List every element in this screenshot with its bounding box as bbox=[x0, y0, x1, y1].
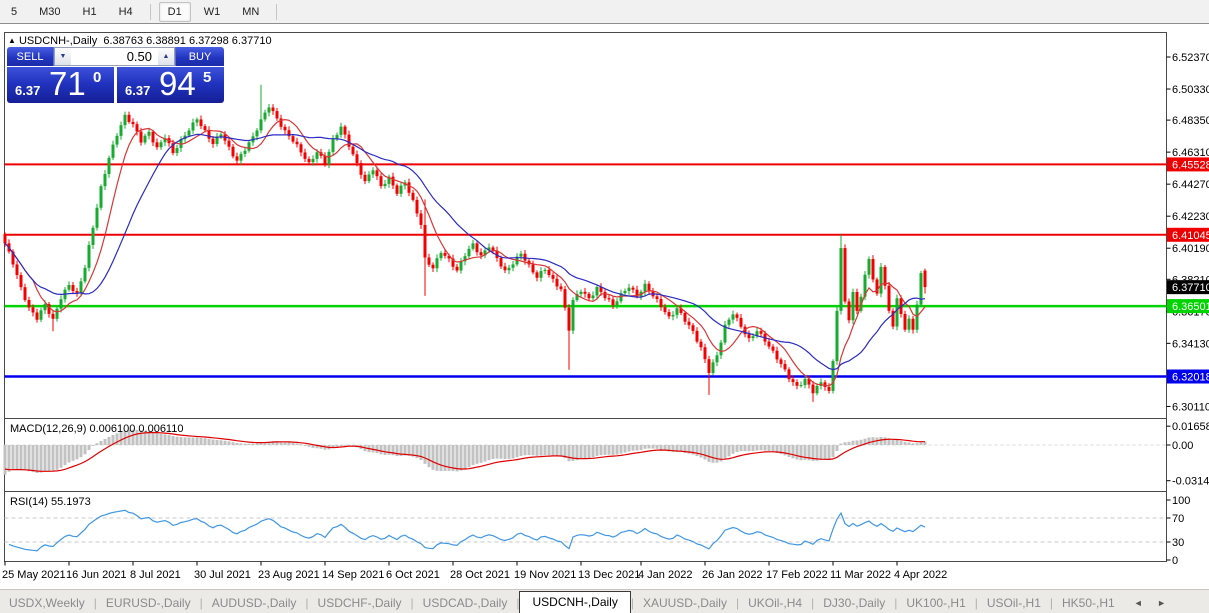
trading-terminal: 5M30H1H4D1W1MN 6.523706.503306.483506.46… bbox=[0, 0, 1209, 613]
buy-price-pip: 5 bbox=[203, 69, 211, 86]
tab-usdchf-[interactable]: USDCHF-,Daily bbox=[309, 593, 411, 613]
rsi-axis-label: 0 bbox=[1172, 555, 1178, 567]
sell-price-pip: 0 bbox=[93, 69, 101, 86]
date-axis-label: 23 Aug 2021 bbox=[258, 569, 320, 581]
timeframe-button-h4[interactable]: H4 bbox=[110, 2, 142, 22]
tab-usdx[interactable]: USDX,Weekly bbox=[0, 593, 94, 613]
date-axis-label: 25 May 2021 bbox=[2, 569, 66, 581]
timeframe-button-m30[interactable]: M30 bbox=[30, 2, 69, 22]
macd-axis-label: 0.016586 bbox=[1172, 421, 1209, 433]
timeframe-button-5[interactable]: 5 bbox=[2, 2, 26, 22]
symbol-tab-bar: USDX,Weekly|EURUSD-,Daily|AUDUSD-,Daily|… bbox=[0, 589, 1209, 613]
price-badge-text: 6.36501 bbox=[1172, 301, 1209, 313]
chart-header: ▲ USDCNH-,Daily 6.38763 6.38891 6.37298 … bbox=[8, 35, 272, 47]
toolbar-separator bbox=[150, 4, 151, 20]
tab-usoil-[interactable]: USOil-,H1 bbox=[978, 593, 1050, 613]
price-axis-label: 6.42230 bbox=[1172, 211, 1209, 223]
price-axis-label: 6.52370 bbox=[1172, 52, 1209, 64]
tab-xauusd-[interactable]: XAUUSD-,Daily bbox=[634, 593, 736, 613]
tab-usdcad-[interactable]: USDCAD-,Daily bbox=[414, 593, 517, 613]
tab-scroll-arrows[interactable]: ◄ ► bbox=[1134, 598, 1172, 613]
price-axis-label: 6.34130 bbox=[1172, 338, 1209, 350]
price-badge-text: 6.45528 bbox=[1172, 159, 1209, 171]
date-axis-label: 6 Oct 2021 bbox=[386, 569, 440, 581]
tab-usdcnh-[interactable]: USDCNH-,Daily bbox=[519, 591, 630, 613]
collapse-chart-icon[interactable]: ▲ bbox=[8, 36, 16, 45]
date-axis-label: 11 Mar 2022 bbox=[830, 569, 891, 581]
rsi-axis-label: 70 bbox=[1172, 513, 1184, 525]
price-badge-text: 6.32018 bbox=[1172, 371, 1209, 383]
buy-button[interactable]: BUY bbox=[175, 47, 224, 66]
volume-spinner: ▼ ▲ bbox=[54, 47, 175, 66]
date-axis-label: 4 Jan 2022 bbox=[638, 569, 692, 581]
tab-hk50-[interactable]: HK50-,H1 bbox=[1053, 593, 1124, 613]
timeframe-button-w1[interactable]: W1 bbox=[195, 2, 230, 22]
timeframe-button-d1[interactable]: D1 bbox=[159, 2, 191, 22]
volume-increase-button[interactable]: ▲ bbox=[158, 48, 174, 65]
macd-axis-label: 0.00 bbox=[1172, 440, 1193, 452]
price-axis-label: 6.30110 bbox=[1172, 401, 1209, 413]
date-axis-label: 4 Apr 2022 bbox=[894, 569, 947, 581]
price-axis-label: 6.50330 bbox=[1172, 84, 1209, 96]
date-axis-label: 8 Jul 2021 bbox=[130, 569, 181, 581]
timeframe-toolbar: 5M30H1H4 D1W1MN bbox=[0, 0, 1209, 24]
sell-price-button[interactable]: 6.37 71 0 bbox=[7, 67, 114, 103]
chart-symbol-title: USDCNH-,Daily bbox=[19, 35, 97, 47]
price-badge-text: 6.37710 bbox=[1172, 282, 1209, 294]
toolbar-separator bbox=[276, 4, 277, 20]
macd-axis-label: -0.031421 bbox=[1172, 476, 1209, 488]
sell-price-prefix: 6.37 bbox=[15, 83, 40, 98]
rsi-axis-label: 100 bbox=[1172, 495, 1190, 507]
price-badge-text: 6.41045 bbox=[1172, 230, 1209, 242]
date-axis-label: 19 Nov 2021 bbox=[514, 569, 576, 581]
volume-input[interactable] bbox=[71, 48, 158, 65]
price-axis-label: 6.40190 bbox=[1172, 243, 1209, 255]
tab-dj30-[interactable]: DJ30-,Daily bbox=[814, 593, 894, 613]
date-axis-label: 26 Jan 2022 bbox=[702, 569, 763, 581]
one-click-trading-panel: SELL ▼ ▲ BUY 6.37 71 0 6.37 94 5 bbox=[7, 47, 224, 103]
rsi-axis-label: 30 bbox=[1172, 537, 1184, 549]
date-axis-label: 14 Sep 2021 bbox=[322, 569, 384, 581]
macd-indicator-label: MACD(12,26,9) 0.006100 0.006110 bbox=[10, 423, 183, 435]
volume-decrease-button[interactable]: ▼ bbox=[55, 48, 71, 65]
date-axis-label: 17 Feb 2022 bbox=[766, 569, 828, 581]
buy-price-button[interactable]: 6.37 94 5 bbox=[117, 67, 224, 103]
date-axis-label: 16 Jun 2021 bbox=[66, 569, 127, 581]
tab-eurusd-[interactable]: EURUSD-,Daily bbox=[97, 593, 200, 613]
tab-audusd-[interactable]: AUDUSD-,Daily bbox=[203, 593, 306, 613]
buy-price-main: 94 bbox=[159, 65, 196, 103]
sell-price-main: 71 bbox=[49, 65, 86, 103]
buy-price-prefix: 6.37 bbox=[125, 83, 150, 98]
price-axis-label: 6.44270 bbox=[1172, 179, 1209, 191]
price-axis-label: 6.48350 bbox=[1172, 115, 1209, 127]
chart-canvas[interactable]: 6.52370 6.50330 6.48350 6.46310 6.44270 6.422… bbox=[0, 24, 1209, 589]
rsi-indicator-label: RSI(14) 55.1973 bbox=[10, 496, 91, 508]
date-axis-label: 30 Jul 2021 bbox=[194, 569, 251, 581]
timeframe-button-mn[interactable]: MN bbox=[233, 2, 268, 22]
timeframe-button-h1[interactable]: H1 bbox=[74, 2, 106, 22]
sell-button[interactable]: SELL bbox=[7, 47, 54, 66]
tab-ukoil-[interactable]: UKOil-,H4 bbox=[739, 593, 811, 613]
date-axis-label: 28 Oct 2021 bbox=[450, 569, 510, 581]
price-axis-label: 6.46310 bbox=[1172, 147, 1209, 159]
tab-uk100-[interactable]: UK100-,H1 bbox=[897, 593, 974, 613]
date-axis-label: 13 Dec 2021 bbox=[578, 569, 640, 581]
chart-ohlc-values: 6.38763 6.38891 6.37298 6.37710 bbox=[103, 35, 271, 47]
